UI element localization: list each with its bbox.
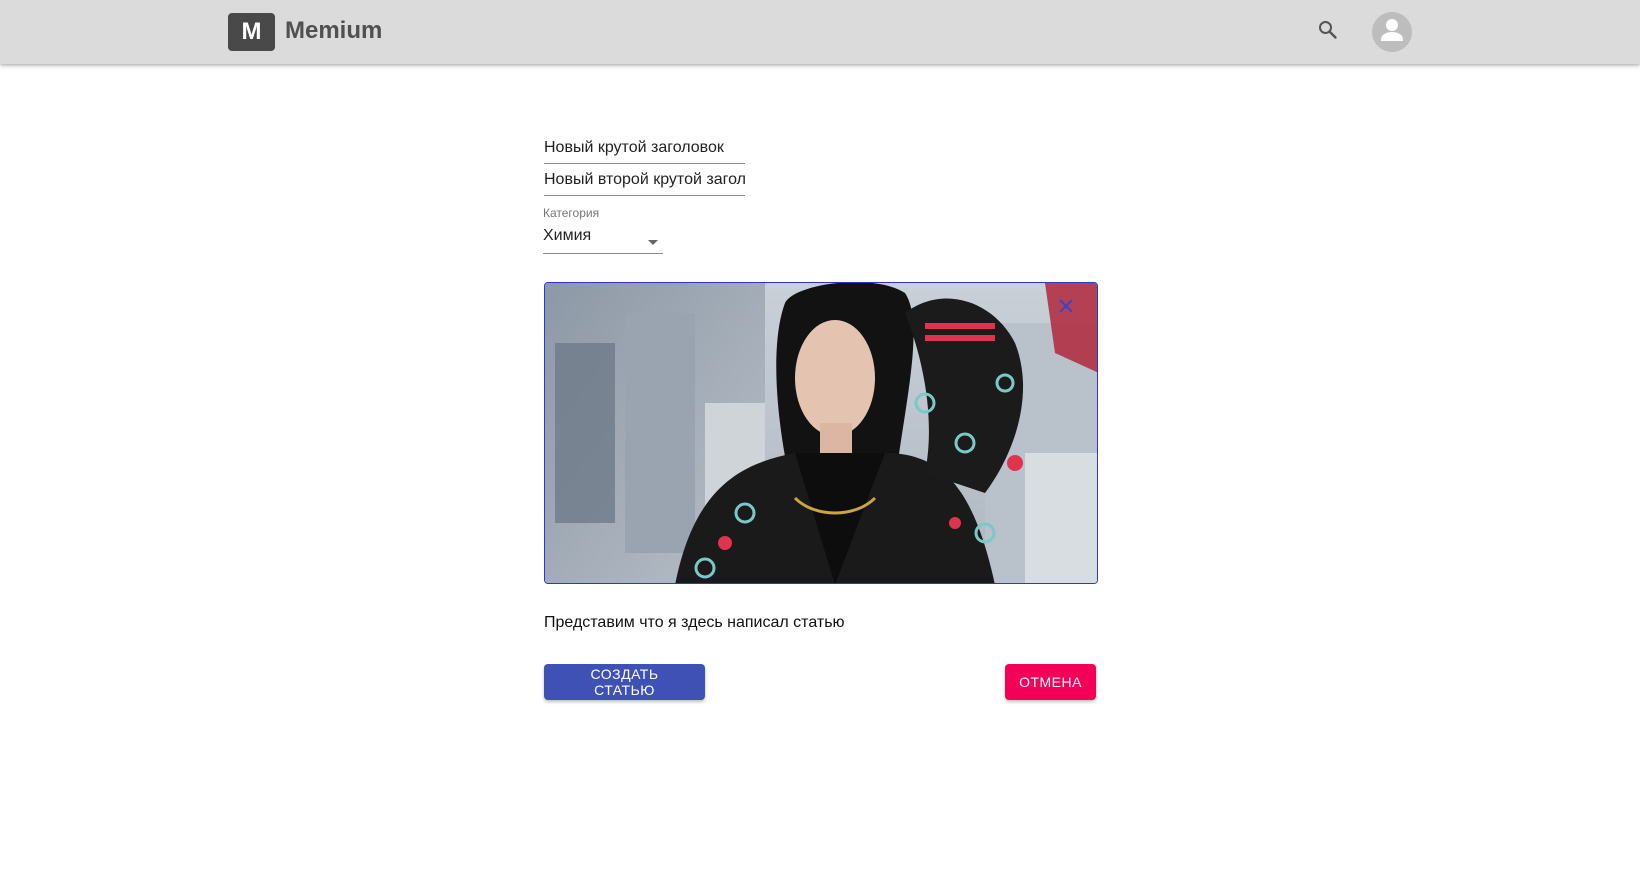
category-value: Химия [543,227,592,244]
remove-image-button[interactable] [1053,295,1079,321]
logo-icon[interactable]: M [228,13,275,51]
subtitle-field [544,167,745,196]
create-article-button[interactable]: СОЗДАТЬ СТАТЬЮ [544,664,705,700]
article-body[interactable]: Представим что я здесь написал статью [544,614,845,632]
app-bar: M Memium [0,0,1640,64]
category-label: Категория [543,206,600,220]
dropdown-arrow-icon [647,234,659,252]
title-input[interactable] [544,135,745,163]
title-field [544,135,745,164]
close-icon [1057,297,1075,320]
cover-image [545,283,1097,583]
avatar-button[interactable] [1372,12,1412,52]
subtitle-input[interactable] [544,167,745,195]
search-icon [1316,18,1340,47]
brand-name[interactable]: Memium [285,17,382,45]
cancel-button[interactable]: ОТМЕНА [1005,664,1096,700]
person-icon [1372,12,1412,52]
cover-image-card [544,282,1098,584]
category-select[interactable]: Химия [543,224,663,254]
search-button[interactable] [1312,16,1344,48]
